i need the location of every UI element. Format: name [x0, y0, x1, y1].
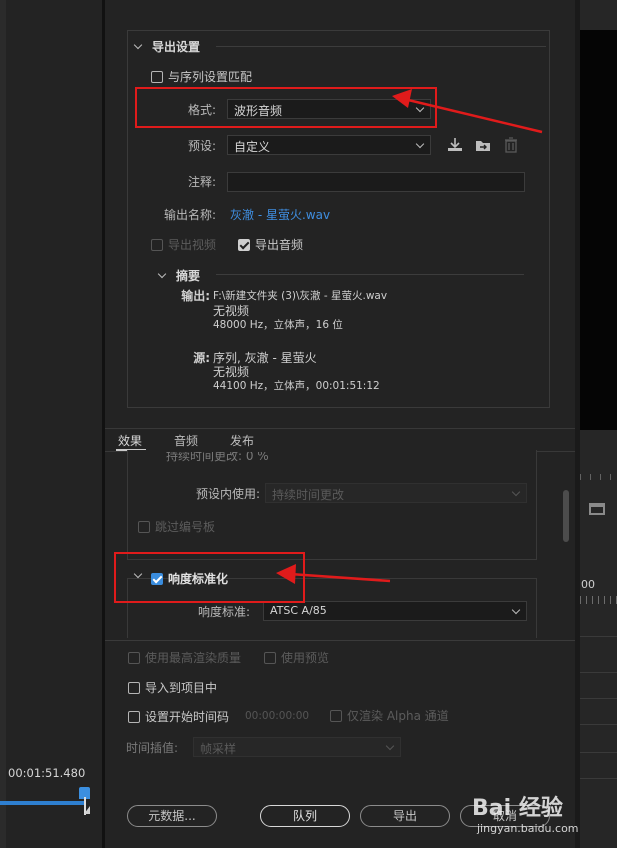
- summary-output-line: F:\新建文件夹 (3)\灰澈 - 星萤火.wav: [213, 290, 388, 302]
- skip-slate-checkbox[interactable]: 跳过编号板: [138, 518, 215, 535]
- section-divider: [216, 46, 546, 47]
- output-name-link[interactable]: 灰澈 - 星萤火.wav: [230, 206, 330, 223]
- chevron-down-icon: [385, 741, 395, 751]
- checkbox-box: [138, 520, 150, 533]
- checkbox-box: [128, 710, 140, 723]
- match-sequence-checkbox[interactable]: 与序列设置匹配: [151, 68, 252, 85]
- timeline-progress[interactable]: [0, 801, 85, 805]
- tab-audio[interactable]: 音频: [174, 432, 198, 449]
- preset-label: 预设:: [187, 139, 216, 153]
- export-settings-title: 导出设置: [152, 40, 201, 54]
- output-name-label: 输出名称:: [163, 208, 216, 222]
- summary-output-key: 输出:: [181, 289, 210, 303]
- summary-source-key: 源:: [193, 351, 210, 365]
- tab-publish[interactable]: 发布: [230, 432, 254, 449]
- comments-input[interactable]: [227, 172, 525, 192]
- checkbox-box: [151, 70, 163, 83]
- time-interpolation-value: 帧采样: [200, 742, 237, 756]
- chevron-down-icon: [415, 139, 425, 149]
- delete-preset-icon[interactable]: [502, 137, 520, 153]
- track-divider: [580, 698, 617, 699]
- preset-usage-label: 预设内使用:: [195, 487, 260, 501]
- right-timecode: 00: [581, 578, 595, 591]
- summary-title: 摘要: [176, 269, 201, 283]
- export-frame-icon[interactable]: [589, 503, 605, 515]
- metadata-button[interactable]: 元数据...: [127, 805, 217, 827]
- export-video-checkbox[interactable]: 导出视频: [151, 236, 216, 253]
- time-interpolation-select[interactable]: 帧采样: [193, 737, 401, 757]
- loudness-standard-value: ATSC A/85: [270, 604, 327, 617]
- checkbox-box: [151, 238, 163, 251]
- set-start-timecode-label: 设置开始时间码: [145, 710, 230, 724]
- chevron-down-icon: [511, 487, 521, 497]
- queue-button[interactable]: 队列: [260, 805, 350, 827]
- timeline-ruler: [580, 596, 617, 604]
- checkbox-box: [238, 238, 250, 251]
- export-video-label: 导出视频: [168, 238, 217, 252]
- track-divider: [580, 778, 617, 779]
- start-timecode-value[interactable]: 00:00:00:00: [245, 710, 309, 722]
- loudness-standard-label: 响度标准:: [197, 605, 250, 619]
- panel-splitter[interactable]: [575, 0, 580, 848]
- match-sequence-label: 与序列设置匹配: [168, 70, 253, 84]
- out-point-marker: [84, 806, 90, 814]
- import-project-label: 导入到项目中: [145, 681, 218, 695]
- preset-value: 自定义: [234, 140, 271, 154]
- chevron-down-icon: [511, 605, 521, 615]
- preset-usage-value: 持续时间更改: [272, 488, 345, 502]
- skip-slate-label: 跳过编号板: [155, 520, 216, 534]
- duration-change-text: 持续时间更改: 0 %: [166, 452, 269, 462]
- summary-header[interactable]: 摘要: [158, 267, 200, 284]
- monitor-ruler: [580, 474, 617, 480]
- effects-scrollbar[interactable]: [563, 490, 569, 542]
- checkbox-box: [330, 709, 342, 722]
- source-timecode: 00:01:51.480: [8, 766, 86, 780]
- export-audio-checkbox[interactable]: 导出音频: [238, 236, 303, 253]
- import-preset-icon[interactable]: [474, 137, 492, 153]
- chevron-down-icon: [134, 42, 144, 52]
- section-divider: [216, 274, 524, 275]
- program-monitor-view: [580, 30, 617, 430]
- import-project-checkbox[interactable]: 导入到项目中: [128, 679, 217, 696]
- use-preview-label: 使用预览: [281, 651, 330, 665]
- loudness-highlight-box: [114, 552, 305, 603]
- comments-label: 注释:: [187, 175, 216, 189]
- format-highlight-box: [135, 87, 437, 128]
- render-alpha-checkbox[interactable]: 仅渲染 Alpha 通道: [330, 707, 449, 724]
- left-edge-strip: [0, 0, 6, 848]
- baidu-watermark-url: jingyan.baidu.com: [477, 822, 579, 835]
- time-interpolation-label: 时间插值:: [126, 741, 179, 755]
- max-render-label: 使用最高渲染质量: [145, 651, 242, 665]
- effects-panel: [127, 450, 537, 560]
- set-start-timecode-checkbox[interactable]: 设置开始时间码: [128, 708, 229, 725]
- checkbox-box: [128, 681, 140, 694]
- summary-output-line: 48000 Hz，立体声，16 位: [213, 319, 343, 331]
- render-alpha-label: 仅渲染 Alpha 通道: [347, 709, 449, 723]
- tab-effects[interactable]: 效果: [118, 432, 142, 449]
- checkbox-box: [264, 651, 276, 664]
- save-preset-icon[interactable]: [446, 137, 464, 153]
- export-button[interactable]: 导出: [360, 805, 450, 827]
- use-preview-checkbox[interactable]: 使用预览: [264, 649, 329, 666]
- track-divider: [580, 724, 617, 725]
- max-render-checkbox[interactable]: 使用最高渲染质量: [128, 649, 241, 666]
- export-settings-header[interactable]: 导出设置: [134, 38, 200, 55]
- track-divider: [580, 636, 617, 637]
- chevron-down-icon: [158, 271, 168, 281]
- loudness-standard-select[interactable]: ATSC A/85: [263, 601, 527, 621]
- track-divider: [580, 752, 617, 753]
- preset-usage-select[interactable]: 持续时间更改: [265, 483, 527, 503]
- track-divider: [580, 672, 617, 673]
- preset-select[interactable]: 自定义: [227, 135, 431, 155]
- checkbox-box: [128, 651, 140, 664]
- source-monitor-panel: [0, 0, 102, 848]
- summary-source-line: 44100 Hz，立体声，00:01:51:12: [213, 380, 380, 392]
- export-audio-label: 导出音频: [255, 238, 304, 252]
- baidu-watermark: Bai 经验: [472, 796, 563, 821]
